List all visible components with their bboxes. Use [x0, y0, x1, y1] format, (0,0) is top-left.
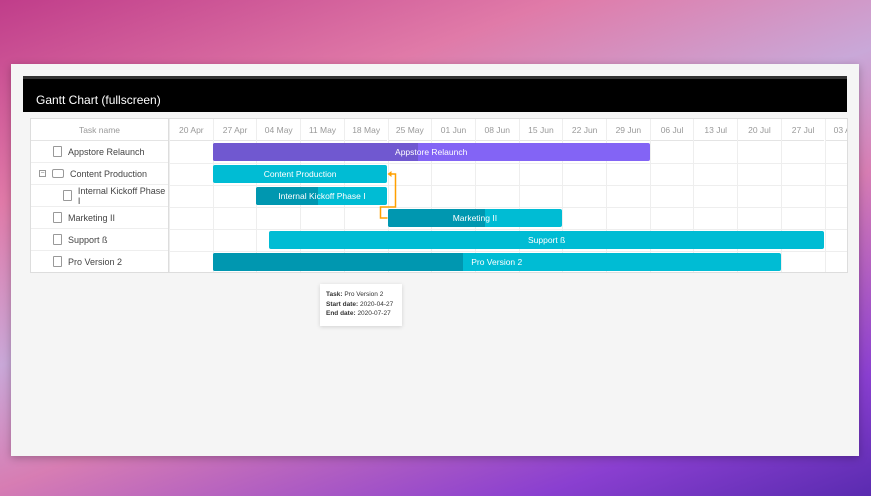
gantt-window: Gantt Chart (fullscreen) Task name Appst…: [11, 64, 859, 456]
task-bar[interactable]: Marketing II: [387, 209, 563, 227]
window-title: Gantt Chart (fullscreen): [23, 76, 847, 112]
timeline: 20 Apr 27 Apr 04 May 11 May 18 May 25 May 01 J…: [169, 119, 847, 272]
tooltip-start-label: Start date:: [326, 300, 359, 308]
task-bar[interactable]: Pro Version 2: [212, 253, 781, 271]
file-icon: [53, 212, 62, 223]
file-icon: [53, 234, 62, 245]
tooltip-end: 2020-07-27: [357, 310, 391, 317]
timeline-column: 27 Jul: [780, 119, 825, 272]
column-date-label: 22 Jun: [563, 119, 606, 141]
task-bar[interactable]: Appstore Relaunch: [212, 143, 650, 161]
task-bar[interactable]: Support ß: [268, 231, 825, 249]
column-date-label: 27 Jul: [781, 119, 825, 141]
collapse-toggle-icon[interactable]: −: [39, 170, 46, 177]
task-name-header[interactable]: Task name: [31, 119, 168, 141]
column-date-label: 08 Jun: [475, 119, 519, 141]
row-divider: [169, 207, 847, 208]
column-date-label: 04 May: [257, 119, 301, 141]
task-row[interactable]: Pro Version 2: [31, 251, 168, 272]
folder-icon: [52, 169, 64, 178]
bar-label: Support ß: [528, 235, 566, 245]
column-date-label: 13 Jul: [694, 119, 738, 141]
column-date-label: 20 Jul: [738, 119, 781, 141]
column-date-label: 06 Jul: [650, 119, 694, 141]
tooltip-start: 2020-04-27: [359, 300, 394, 308]
task-bar[interactable]: Internal Kickoff Phase I: [256, 187, 388, 205]
row-divider: [169, 251, 847, 252]
column-date-label: 01 Jun: [432, 119, 475, 141]
timeline-column: 29 Jun: [606, 119, 650, 272]
task-name: Support ß: [68, 234, 108, 245]
row-divider: [169, 185, 847, 186]
timeline-column: 20 Apr: [169, 119, 213, 272]
task-row[interactable]: Support ß: [31, 229, 168, 251]
tooltip-task-label: Task:: [326, 291, 343, 298]
row-divider: [169, 163, 847, 164]
column-date-label: 18 May: [344, 119, 388, 141]
task-name: Marketing II: [68, 212, 116, 223]
timeline-column: 01 Jun: [431, 119, 475, 272]
timeline-column: 22 Jun: [562, 119, 606, 272]
column-date-label: 25 May: [388, 119, 432, 141]
bar-label: Content Production: [263, 169, 337, 179]
tooltip-task: Pro Version 2: [344, 291, 384, 298]
task-name: Internal Kickoff Phase I: [77, 185, 166, 206]
timeline-column: 06 Jul: [649, 119, 694, 272]
tooltip-end-label: End date:: [326, 310, 356, 317]
task-name: Content Production: [70, 168, 148, 179]
task-row[interactable]: Appstore Relaunch: [31, 141, 168, 163]
timeline-column: 13 Jul: [693, 119, 738, 272]
task-list: Task name Appstore Relaunch − Content Prod…: [31, 119, 169, 272]
timeline-column: 15 Jun: [518, 119, 563, 272]
timeline-column: 08 Jun: [474, 119, 519, 272]
bar-label: Appstore Relaunch: [395, 147, 468, 157]
task-row[interactable]: − Content Production: [31, 163, 168, 185]
file-icon: [53, 146, 62, 157]
column-date-label: 15 Jun: [519, 119, 563, 141]
column-date-label: 27 Apr: [213, 119, 257, 141]
timeline-column: 03 Aug: [824, 119, 847, 272]
task-bar[interactable]: Content Production: [212, 165, 388, 183]
column-date-label: 20 Apr: [170, 119, 213, 141]
column-date-label: 03 Aug: [825, 119, 847, 141]
gantt-grid: Task name Appstore Relaunch − Content Prod…: [30, 118, 848, 273]
task-name: Appstore Relaunch: [68, 146, 145, 157]
bar-label: Internal Kickoff Phase I: [278, 191, 366, 201]
task-row[interactable]: Marketing II: [31, 207, 168, 229]
bar-label: Pro Version 2: [471, 257, 523, 267]
row-divider: [169, 229, 847, 230]
task-row[interactable]: Internal Kickoff Phase I: [31, 185, 168, 207]
column-date-label: 11 May: [301, 119, 344, 141]
column-date-label: 29 Jun: [607, 119, 650, 141]
task-name: Pro Version 2: [68, 256, 123, 267]
progress-fill: [212, 143, 419, 161]
timeline-column: 20 Jul: [737, 119, 781, 272]
timeline-column: 27 Apr: [212, 119, 257, 272]
bar-label: Marketing II: [452, 213, 498, 223]
task-tooltip: Task: Pro Version 2 Start date: 2020-04-…: [320, 284, 402, 326]
timeline-column: 25 May: [387, 119, 432, 272]
progress-fill: [212, 253, 463, 271]
file-icon: [53, 256, 62, 267]
file-icon: [63, 190, 72, 201]
